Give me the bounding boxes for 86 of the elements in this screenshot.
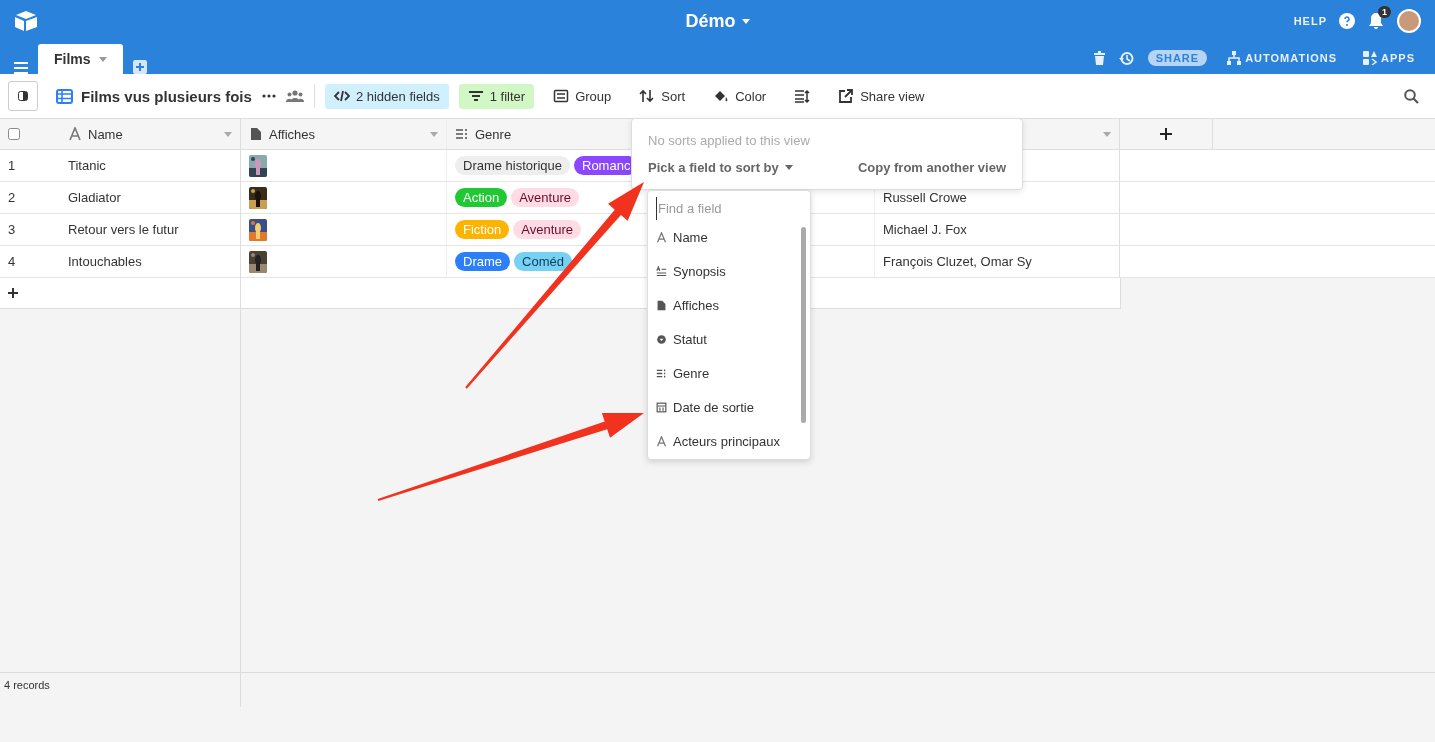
menu-item[interactable]: Name (656, 220, 802, 254)
menu-item[interactable]: Acteurs principaux (656, 424, 802, 458)
row-number: 1 (7, 157, 17, 175)
genre-tag: Drame (455, 252, 510, 271)
row-number: 2 (7, 189, 17, 207)
menu-item[interactable]: Synopsis (656, 254, 802, 288)
row-number: 4 (7, 253, 17, 271)
column-header[interactable]: Name (60, 119, 240, 149)
checkbox-icon[interactable] (8, 128, 20, 140)
panel-icon (18, 91, 28, 101)
letter-a-icon (656, 231, 667, 243)
caret-icon (741, 18, 750, 24)
hidden-button[interactable]: 2 hidden fields (324, 83, 449, 109)
pick-field-dropdown[interactable]: Pick a field to sort by (648, 160, 793, 175)
sort-button[interactable]: Sort (630, 83, 695, 109)
group-button[interactable]: Group (544, 83, 621, 109)
filter-icon (467, 89, 484, 103)
paint-bucket-icon (713, 89, 730, 103)
menu-icon[interactable] (14, 62, 28, 74)
caret-icon (784, 165, 793, 170)
table-cell: François Cluzet, Omar Sy (883, 254, 1032, 269)
menu-item[interactable]: Statut (656, 322, 802, 356)
table-cell: Russell Crowe (883, 190, 967, 205)
table-cell: Michael J. Fox (883, 222, 967, 237)
filter-button[interactable]: 1 filter (458, 83, 535, 109)
caret-icon (1103, 131, 1111, 137)
sort-icon (639, 89, 656, 103)
column-title: Genre (475, 126, 512, 142)
menu-item[interactable]: Genre (656, 356, 802, 390)
base-title[interactable]: Démo (685, 10, 736, 32)
scrollbar[interactable] (801, 227, 806, 423)
caret-icon (98, 56, 107, 62)
share-icon (838, 89, 855, 103)
view-name[interactable]: Films vus plusieurs fois (81, 87, 252, 105)
search-icon[interactable] (1404, 88, 1419, 104)
table-cell-text: Gladiator (67, 189, 122, 207)
dropdown-circle-icon (656, 333, 667, 345)
apps-icon (1363, 51, 1378, 65)
table-cell-text: Retour vers le futur (67, 221, 180, 239)
table-cell-text: Intouchables (67, 253, 143, 271)
menu-item[interactable]: Affiches (656, 288, 802, 322)
help-link[interactable]: HELP (1293, 15, 1327, 27)
grid-icon[interactable] (56, 88, 73, 104)
table-tab[interactable]: Films (38, 44, 123, 74)
flow-icon (1227, 51, 1242, 65)
record-count: 4 records (4, 679, 50, 691)
copy-link[interactable]: Copy from another view (857, 160, 1006, 175)
people-icon[interactable] (285, 90, 304, 102)
logo-icon[interactable] (14, 10, 38, 32)
more-icon[interactable] (261, 94, 276, 98)
row-number: 3 (7, 221, 17, 239)
genre-tag: Drame historique (455, 156, 570, 175)
group-icon (553, 89, 570, 103)
sidebar-toggle-button[interactable] (8, 81, 38, 111)
row-height-icon (794, 89, 811, 103)
list-icon (455, 127, 469, 141)
plus-icon (8, 288, 18, 298)
history-icon[interactable] (1118, 50, 1134, 66)
genre-tag: Coméd (514, 252, 572, 271)
genre-tag: Fiction (455, 220, 510, 239)
share-button[interactable]: Share view (829, 83, 934, 109)
column-title: Name (88, 126, 123, 142)
notification-count: 1 (1378, 6, 1391, 18)
caret-icon (430, 131, 438, 137)
genre-tag: Action (455, 188, 508, 207)
genre-tag: Aventure (513, 220, 582, 239)
document-icon (249, 127, 263, 141)
calendar-icon (656, 401, 667, 413)
caret-icon (224, 131, 232, 137)
column-title: Affiches (269, 126, 315, 142)
column-header[interactable]: Affiches (241, 119, 447, 149)
color-button[interactable]: Color (704, 83, 776, 109)
avatar[interactable] (1397, 9, 1421, 33)
table-cell-text: Titanic (67, 157, 107, 175)
menu-item[interactable]: Date de sortie (656, 390, 802, 424)
long-text-icon (656, 265, 667, 277)
plus-icon (1160, 128, 1172, 140)
document-icon (656, 299, 667, 311)
help-icon[interactable] (1339, 13, 1355, 29)
hidden-fields-icon (333, 89, 350, 103)
letter-a-icon (68, 127, 82, 141)
genre-tag: Aventure (511, 188, 579, 207)
list-icon (656, 367, 667, 379)
letter-a-icon (656, 435, 667, 447)
add-table-icon[interactable] (132, 60, 147, 74)
trash-icon[interactable] (1093, 51, 1105, 65)
